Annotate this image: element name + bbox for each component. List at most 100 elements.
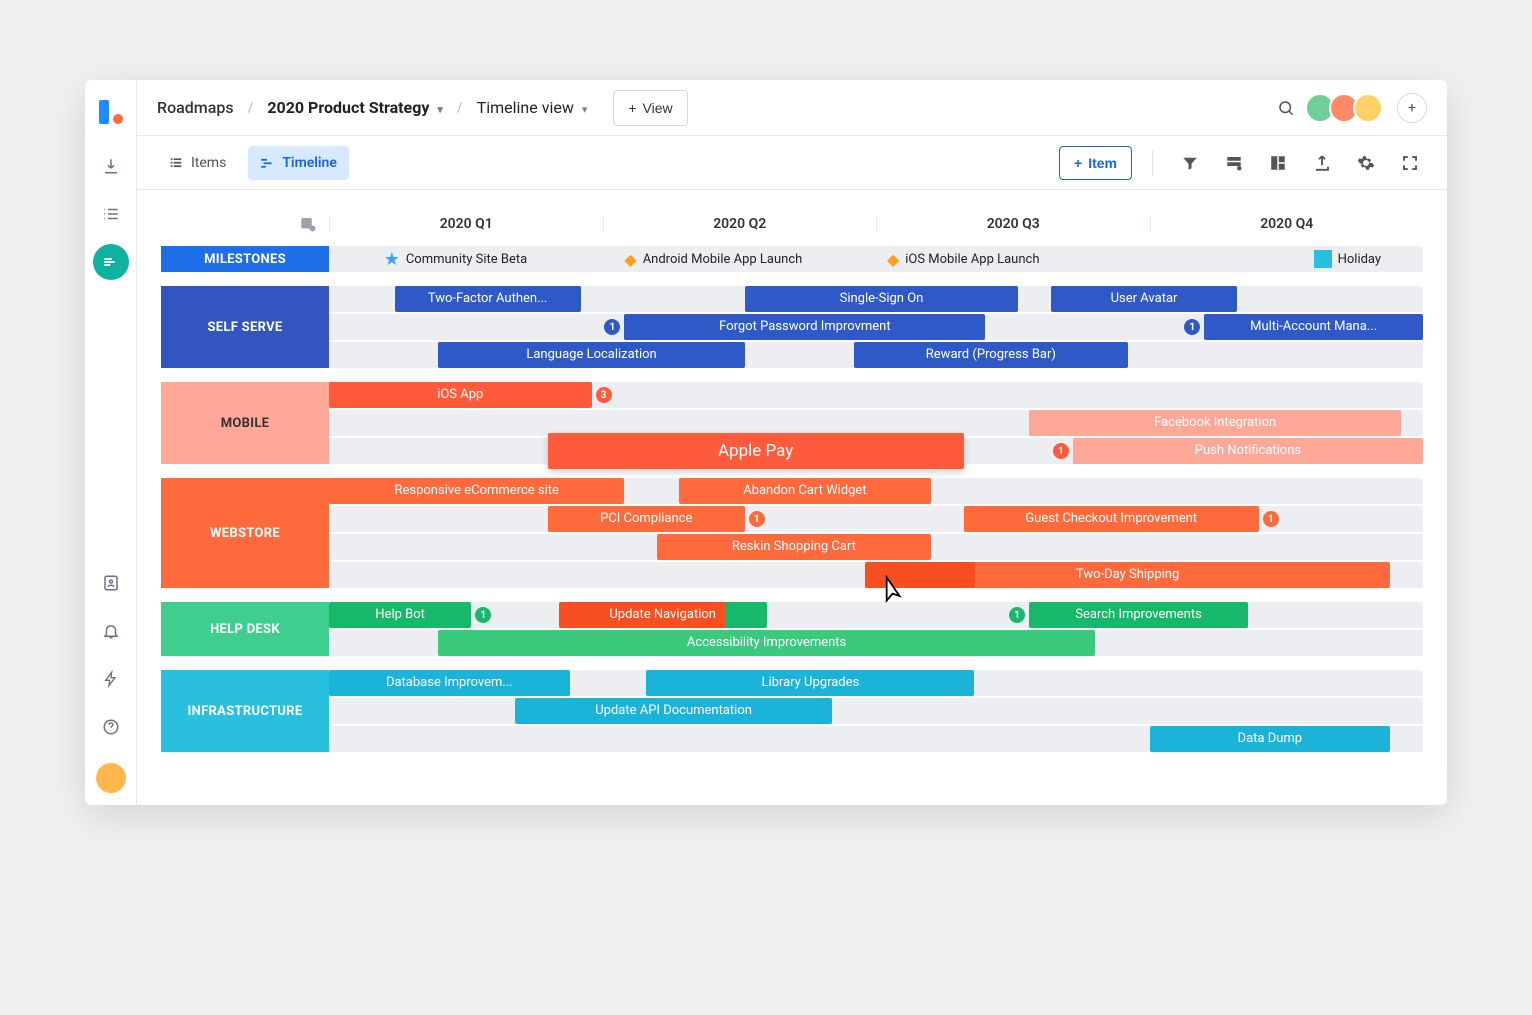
timeline-bar[interactable]: Single-Sign On [745,286,1019,312]
timeline-bar[interactable]: Abandon Cart Widget [679,478,931,504]
timeline-bar[interactable]: PCI Compliance [548,506,745,532]
divider [1152,150,1153,176]
lane-tracks: Responsive eCommerce site Abandon Cart Wi… [329,478,1423,588]
tab-items[interactable]: Items [157,146,238,180]
lane-help: HELP DESKHelp Bot1Update NavigationSearc… [161,602,1423,656]
milestone-text: Android Mobile App Launch [643,252,803,267]
timeline-bar[interactable]: Accessibility Improvements [438,630,1094,656]
timeline-bar[interactable]: Apple Pay [548,433,964,469]
diamond-icon: ◆ [887,250,899,269]
group-icon[interactable] [1217,146,1251,180]
timeline-bar[interactable]: iOS App [329,382,592,408]
add-item-button[interactable]: + Item [1059,146,1132,180]
milestone-text: Holiday [1338,252,1381,267]
track-row: iOS App3 [329,382,1423,408]
gear-icon[interactable] [1349,146,1383,180]
count-badge: 1 [1263,511,1279,527]
breadcrumb-project[interactable]: 2020 Product Strategy ▾ [267,98,443,117]
timeline-bar[interactable]: Guest Checkout Improvement [964,506,1259,532]
milestone-item[interactable]: ◆ iOS Mobile App Launch [887,250,1040,269]
roadmap-icon[interactable] [93,244,129,280]
timeline-axis: 2020 Q1 2020 Q2 2020 Q3 2020 Q4 [161,202,1423,246]
track-row: Reskin Shopping Cart [329,534,1423,560]
breadcrumb-sep: / [248,100,254,116]
tab-timeline[interactable]: Timeline [248,146,349,180]
lane-infra: INFRASTRUCTUREDatabase Improvem... Librar… [161,670,1423,752]
contacts-icon[interactable] [93,565,129,601]
track-row: Update API Documentation [329,698,1423,724]
lane-label-infra: INFRASTRUCTURE [161,670,329,752]
timeline-bar[interactable]: Reskin Shopping Cart [657,534,931,560]
add-view-button[interactable]: + View [613,90,687,126]
timeline-bar[interactable]: Update Navigation [559,602,767,628]
avatar[interactable] [1353,93,1383,123]
milestones-track: ★Community Site Beta ◆ Android Mobile App … [329,246,1423,272]
timeline-bar[interactable]: Two-Factor Authen... [395,286,581,312]
user-avatar[interactable] [96,763,126,793]
timeline-bar[interactable]: Search Improvements [1029,602,1248,628]
plus-icon: + [1074,155,1082,171]
track-row: Accessibility Improvements [329,630,1423,656]
timeline-bar[interactable]: Update API Documentation [515,698,832,724]
list-icon[interactable] [93,196,129,232]
box-icon [1314,250,1332,268]
lane-web: WEBSTOREResponsive eCommerce site Abandon… [161,478,1423,588]
milestone-item[interactable]: ★Community Site Beta [384,249,528,270]
breadcrumb-project-label: 2020 Product Strategy [267,98,429,117]
app-logo[interactable] [99,100,123,124]
search-icon[interactable] [1269,91,1303,125]
timeline-bar[interactable]: Facebook Integration [1029,410,1401,436]
import-icon[interactable] [93,148,129,184]
timeline-bar[interactable]: Reward (Progress Bar) [854,342,1128,368]
track-row: Two-Factor Authen... Single-Sign On User A… [329,286,1423,312]
lane-mobile: MOBILEiOS App3Facebook IntegrationApple … [161,382,1423,464]
track-row: PCI Compliance1Guest Checkout Improvemen… [329,506,1423,532]
diamond-icon: ◆ [624,250,636,269]
count-badge: 1 [749,511,765,527]
lane-label-web: WEBSTORE [161,478,329,588]
timeline-bar[interactable]: Language Localization [438,342,744,368]
add-collaborator-button[interactable]: + [1397,93,1427,123]
lane-milestones: MILESTONES ★Community Site Beta◆Android … [161,246,1423,272]
layout-icon[interactable] [1261,146,1295,180]
lane-label-mobile: MOBILE [161,382,329,464]
timeline-bar[interactable]: Help Bot [329,602,471,628]
timeline-bar[interactable]: Responsive eCommerce site [329,478,624,504]
breadcrumb-view[interactable]: Timeline view ▾ [477,98,588,117]
timeline-bar[interactable]: Multi-Account Mana... [1204,314,1423,340]
timeline-bar[interactable]: Library Upgrades [646,670,974,696]
app-window: Roadmaps / 2020 Product Strategy ▾ / Tim… [85,80,1447,805]
count-badge: 1 [604,319,620,335]
milestone-item[interactable]: Holiday [1314,250,1381,268]
breadcrumb-view-label: Timeline view [477,98,574,117]
timeline-bar[interactable]: User Avatar [1051,286,1237,312]
axis-q1: 2020 Q1 [329,216,603,232]
axis-settings-icon[interactable] [161,215,329,233]
timeline-bar[interactable]: Data Dump [1150,726,1391,752]
notifications-icon[interactable] [93,613,129,649]
toolbar: Items Timeline + Item [137,136,1447,190]
timeline-bar[interactable]: Database Improvem... [329,670,570,696]
timeline-bar[interactable]: Forgot Password Improvment [624,314,985,340]
fullscreen-icon[interactable] [1393,146,1427,180]
count-badge: 1 [1009,607,1025,623]
collaborators [1311,93,1383,123]
milestone-item[interactable]: ◆ Android Mobile App Launch [624,250,802,269]
export-icon[interactable] [1305,146,1339,180]
list-icon [169,156,183,170]
filter-icon[interactable] [1173,146,1207,180]
tab-items-label: Items [191,155,226,171]
count-badge: 1 [475,607,491,623]
timeline-bar[interactable]: Push Notifications [1073,438,1423,464]
lane-tracks: Two-Factor Authen... Single-Sign On User A… [329,286,1423,368]
header: Roadmaps / 2020 Product Strategy ▾ / Tim… [137,80,1447,136]
timeline-bar[interactable]: Two-Day Shipping [865,562,1390,588]
milestone-text: iOS Mobile App Launch [905,252,1039,267]
help-icon[interactable] [93,709,129,745]
breadcrumb-workspace[interactable]: Roadmaps [157,98,234,117]
bolt-icon[interactable] [93,661,129,697]
breadcrumb-sep: / [457,100,463,116]
timeline-icon [260,156,274,170]
milestone-text: Community Site Beta [406,252,527,267]
count-badge: 1 [1184,319,1200,335]
